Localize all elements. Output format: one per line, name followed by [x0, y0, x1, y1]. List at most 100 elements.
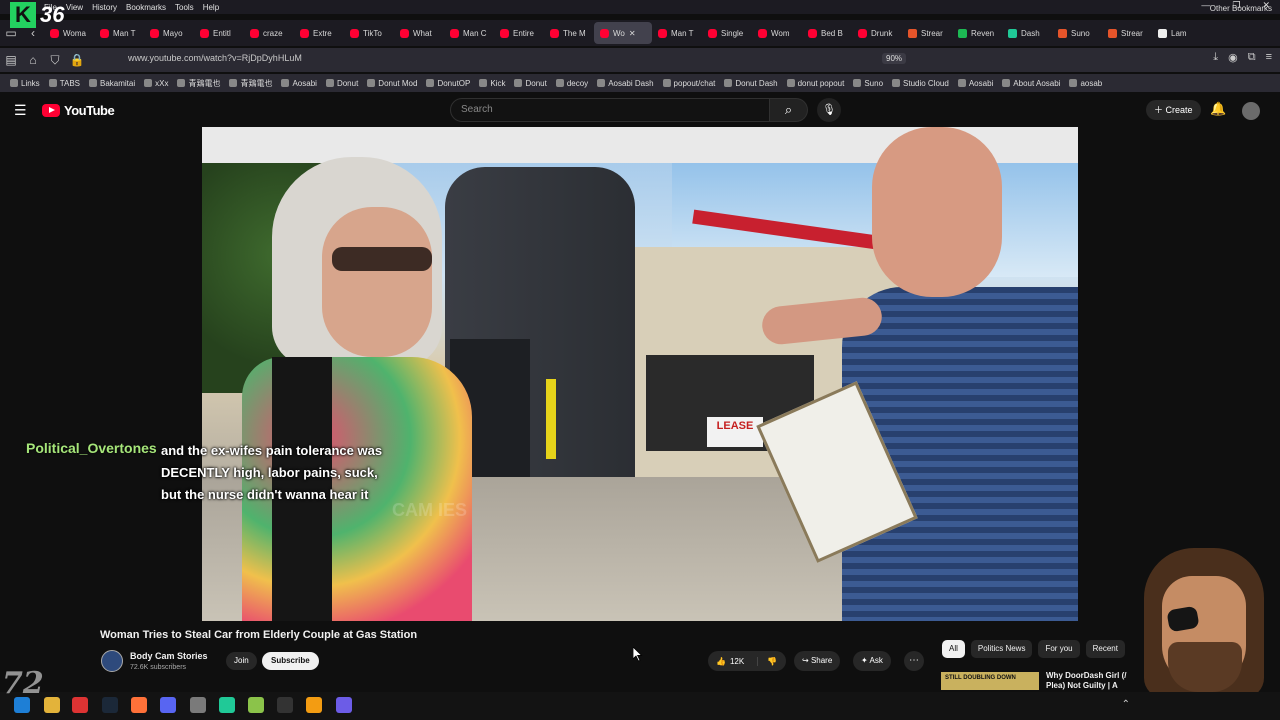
menu-help[interactable]: Help [203, 3, 219, 12]
browser-tab[interactable]: Strear [1102, 22, 1152, 44]
bookmark-item[interactable]: popout/chat [662, 79, 715, 88]
bookmark-item[interactable]: aosab [1069, 79, 1102, 88]
filter-chip[interactable]: For you [1038, 640, 1080, 658]
youtube-logo[interactable]: YouTube [42, 103, 115, 118]
bookmark-item[interactable]: 青鶏電也 [177, 78, 220, 89]
bookmark-item[interactable]: Aosabi Dash [597, 79, 654, 88]
extensions-icon[interactable]: ⧉ [1248, 51, 1256, 64]
recommendation-title[interactable]: Why DoorDash Girl (/ Plea) Not Guilty | … [1046, 671, 1136, 691]
zoom-level[interactable]: 90% [882, 53, 907, 64]
menu-history[interactable]: History [92, 3, 117, 12]
bookmark-item[interactable]: Donut Dash [724, 79, 778, 88]
account-icon[interactable]: ◉ [1228, 51, 1238, 64]
bookmark-item[interactable]: About Aosabi [1002, 79, 1060, 88]
address-bar[interactable]: www.youtube.com/watch?v=RjDpDyhHLuM [128, 53, 302, 63]
obs-icon[interactable] [277, 697, 293, 713]
like-button[interactable]: 👍 12K [708, 656, 758, 666]
chat-app-icon[interactable] [219, 697, 235, 713]
shield-icon[interactable]: ⛉ [44, 53, 66, 68]
browser-tab[interactable]: Drunk [852, 22, 902, 44]
bookmark-item[interactable]: TABS [48, 79, 80, 88]
filter-chip[interactable]: Politics News [970, 640, 1033, 658]
more-actions-icon[interactable]: ⋯ [904, 651, 924, 671]
browser-tab[interactable]: Wo ✕ [594, 22, 652, 44]
hamburger-menu-icon[interactable]: ☰ [14, 102, 27, 119]
other-bookmarks[interactable]: Other Bookmarks [1210, 4, 1272, 13]
bookmark-item[interactable]: Links [10, 79, 40, 88]
bookmark-item[interactable]: Aosabi [281, 79, 317, 88]
bookmark-item[interactable]: Aosabi [957, 79, 993, 88]
steam-icon[interactable] [102, 697, 118, 713]
create-button[interactable]: ＋ Create [1146, 100, 1201, 120]
join-button[interactable]: Join [226, 652, 257, 670]
share-label: Share [810, 656, 833, 665]
browser-tab[interactable]: TikTo [344, 22, 394, 44]
close-tab-icon[interactable]: ✕ [629, 29, 636, 38]
stream-icon [1108, 28, 1117, 38]
tray-chevron-icon[interactable]: ⌃ [1122, 699, 1130, 710]
bookmark-item[interactable]: Suno [853, 79, 883, 88]
recommendation-thumbnail[interactable]: STILL DOUBLING DOWN [941, 672, 1039, 690]
ask-button[interactable]: ✦ Ask [853, 651, 891, 671]
filter-chip[interactable]: All [942, 640, 965, 658]
editor-icon[interactable] [336, 697, 352, 713]
menu-icon[interactable]: ≡ [1266, 51, 1272, 64]
voice-search-button[interactable]: 🎙 [817, 98, 841, 122]
bookmark-item[interactable]: Kick [479, 79, 505, 88]
bookmark-item[interactable]: Bakamitai [89, 79, 135, 88]
bookmark-item[interactable]: Studio Cloud [892, 79, 949, 88]
search-input[interactable]: Search [450, 98, 770, 122]
browser-tab[interactable]: Reven [952, 22, 1002, 44]
bookmark-label: Bakamitai [100, 78, 136, 88]
subscribe-button[interactable]: Subscribe [262, 652, 319, 670]
dislike-button[interactable]: 👎 [758, 657, 786, 666]
app-icon[interactable] [190, 697, 206, 713]
browser-tab[interactable]: Dash [1002, 22, 1052, 44]
vlc-icon[interactable] [306, 697, 322, 713]
bookmark-item[interactable]: Donut [325, 79, 358, 88]
browser-tab[interactable]: Lam [1152, 22, 1202, 44]
mouse-cursor-icon [633, 647, 643, 662]
channel-name[interactable]: Body Cam Stories [130, 651, 208, 661]
discord-icon[interactable] [160, 697, 176, 713]
browser-tab[interactable]: Entitl [194, 22, 244, 44]
browser-tab[interactable]: Man T [94, 22, 144, 44]
browser-tab[interactable]: craze [244, 22, 294, 44]
browser-tab[interactable]: Extre [294, 22, 344, 44]
search-button[interactable]: ⌕ [770, 98, 808, 122]
lock-icon[interactable]: 🔒 [66, 53, 88, 67]
share-button[interactable]: ↪ Share [794, 651, 841, 671]
menu-bookmarks[interactable]: Bookmarks [126, 3, 166, 12]
notepad-icon[interactable] [248, 697, 264, 713]
browser-tab[interactable]: Single [702, 22, 752, 44]
sidebar-toggle-icon[interactable]: ▤ [0, 53, 22, 67]
browser-tab[interactable]: The M [544, 22, 594, 44]
bookmark-item[interactable]: Donut [514, 79, 547, 88]
channel-avatar[interactable] [101, 650, 123, 672]
browser-tab[interactable]: Man T [652, 22, 702, 44]
tab-label: What [413, 28, 432, 38]
bookmark-item[interactable]: 青鶏電也 [229, 78, 272, 89]
calendar-app-icon[interactable] [72, 697, 88, 713]
notifications-bell-icon[interactable]: 🔔 [1210, 101, 1226, 117]
browser-tab[interactable]: What [394, 22, 444, 44]
home-icon[interactable]: ⌂ [22, 53, 44, 67]
download-icon[interactable]: ⤓ [1213, 51, 1218, 64]
bookmark-item[interactable]: decoy [555, 79, 588, 88]
browser-tab[interactable]: Man C [444, 22, 494, 44]
video-player[interactable]: LEASE CAM IES [202, 127, 1078, 621]
browser-tab[interactable]: Mayo [144, 22, 194, 44]
filter-chip[interactable]: Recent [1085, 640, 1125, 658]
bookmark-item[interactable]: donut popout [786, 79, 844, 88]
firefox-icon[interactable] [131, 697, 147, 713]
user-avatar[interactable] [1242, 102, 1260, 120]
browser-tab[interactable]: Bed B [802, 22, 852, 44]
browser-tab[interactable]: Suno [1052, 22, 1102, 44]
bookmark-item[interactable]: DonutOP [426, 79, 470, 88]
browser-tab[interactable]: Entire [494, 22, 544, 44]
bookmark-item[interactable]: xXx [144, 79, 168, 88]
browser-tab[interactable]: Wom [752, 22, 802, 44]
browser-tab[interactable]: Strear [902, 22, 952, 44]
bookmark-item[interactable]: Donut Mod [367, 79, 417, 88]
menu-tools[interactable]: Tools [175, 3, 194, 12]
